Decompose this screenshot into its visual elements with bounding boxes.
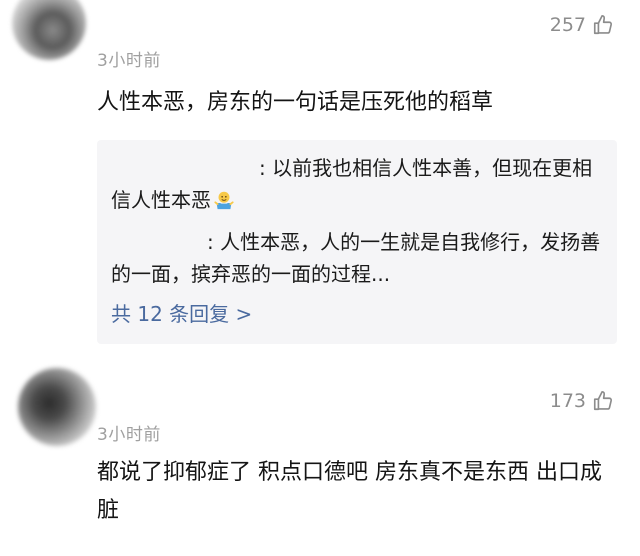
comment-text: 都说了抑郁症了 积点口德吧 房东真不是东西 出口成脏: [97, 460, 602, 523]
comment-section: 257 3小时前 人性本恶，房东的一句话是压死他的稻草 : 以前我也相信人性本善…: [0, 0, 640, 556]
replies-box[interactable]: : 以前我也相信人性本善，但现在更相信人性本恶 : 人性本恶，人的一生就是自我修…: [97, 140, 617, 344]
view-more-replies-link[interactable]: 共 12 条回复 >: [111, 298, 252, 330]
reply-item[interactable]: : 以前我也相信人性本善，但现在更相信人性本恶: [111, 152, 601, 216]
thumbs-up-icon: [593, 15, 613, 35]
comment-time: 3小时前: [97, 51, 161, 71]
like-count: 173: [549, 390, 586, 412]
comment-time: 3小时前: [97, 425, 161, 445]
like-count: 257: [549, 14, 586, 36]
like-button[interactable]: 173: [550, 390, 614, 412]
comment-text: 人性本恶，房东的一句话是压死他的稻草: [97, 90, 494, 115]
comment-item: 173 3小时前 都说了抑郁症了 积点口德吧 房东真不是东西 出口成脏: [0, 360, 640, 556]
reply-text: : 人性本恶，人的一生就是自我修行，发扬善的一面，摈弃恶的一面的过程...: [111, 230, 601, 286]
thumbs-up-icon: [593, 391, 613, 411]
shrugging-person-emoji-icon: [214, 191, 234, 210]
reply-text: : 以前我也相信人性本善，但现在更相信人性本恶: [111, 156, 593, 212]
avatar[interactable]: [12, 0, 86, 60]
avatar[interactable]: [18, 368, 96, 446]
reply-item[interactable]: : 人性本恶，人的一生就是自我修行，发扬善的一面，摈弃恶的一面的过程...: [111, 226, 601, 290]
like-button[interactable]: 257: [550, 14, 614, 36]
comment-item: 257 3小时前 人性本恶，房东的一句话是压死他的稻草 : 以前我也相信人性本善…: [0, 0, 640, 360]
